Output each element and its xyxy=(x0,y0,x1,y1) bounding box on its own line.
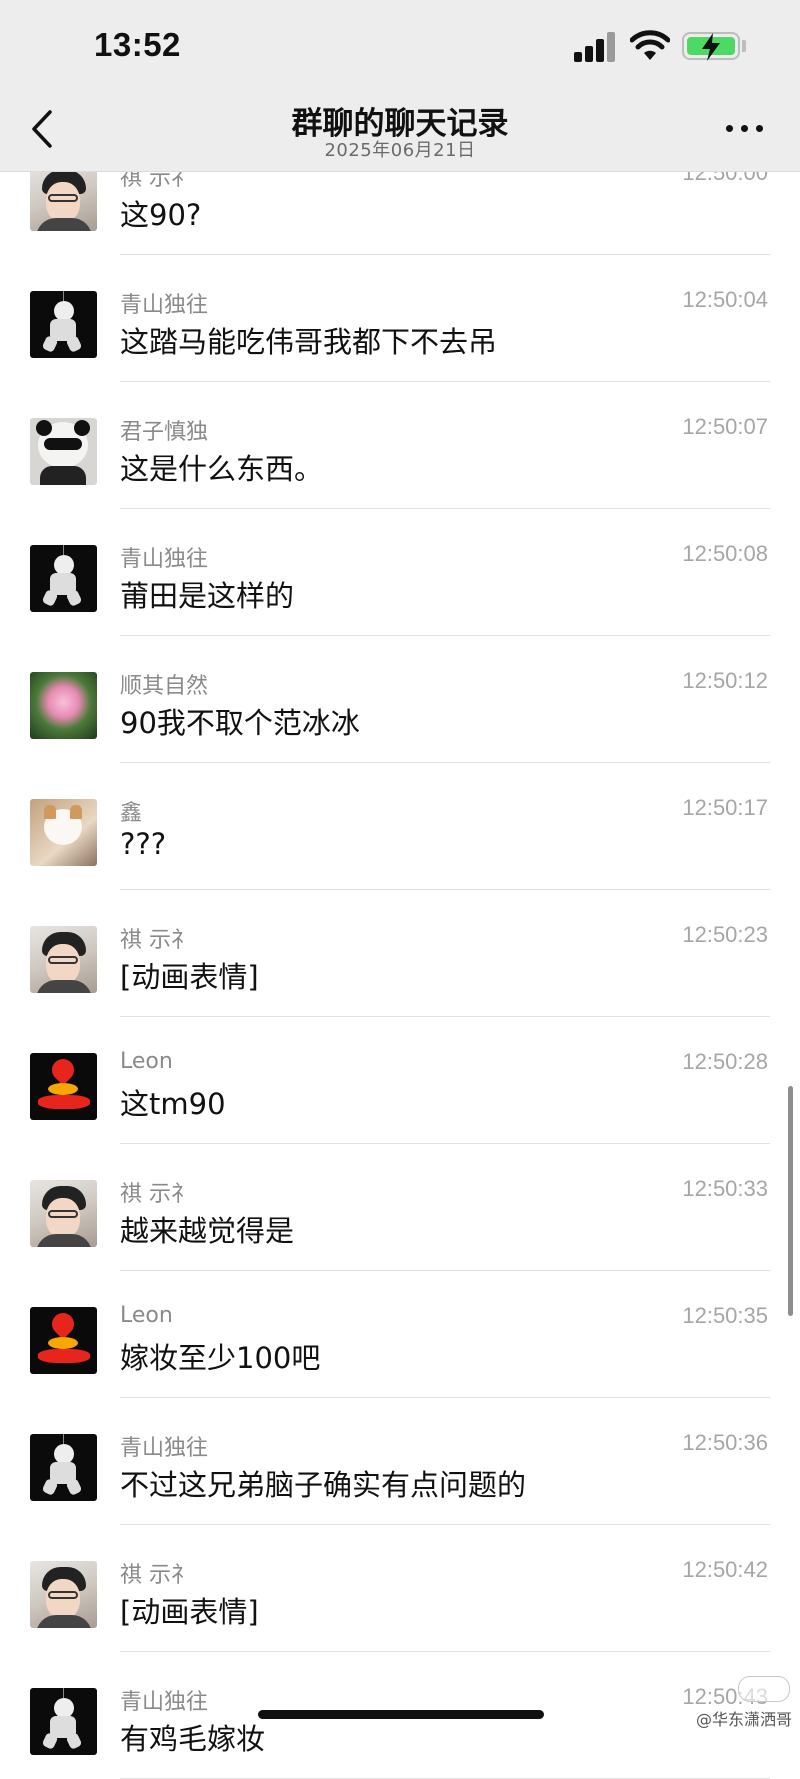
message-text: [动画表情] xyxy=(120,1595,259,1629)
sender-name: Leon xyxy=(120,1049,173,1074)
message-text: 有鸡毛嫁妆 xyxy=(120,1722,266,1756)
message-text: 这踏马能吃伟哥我都下不去吊 xyxy=(120,325,498,359)
message-row[interactable]: 青山独往 12:50:04 这踏马能吃伟哥我都下不去吊 xyxy=(0,255,800,382)
message-row[interactable]: 青山独往 12:50:08 莆田是这样的 xyxy=(0,509,800,636)
avatar[interactable] xyxy=(30,926,97,993)
message-text: [动画表情] xyxy=(120,960,259,994)
message-timestamp: 12:50:23 xyxy=(682,922,768,947)
watermark-badge xyxy=(738,1676,790,1702)
message-row[interactable]: Leon 12:50:28 这tm90 xyxy=(0,1017,800,1144)
message-text: 这90? xyxy=(120,198,202,232)
avatar[interactable] xyxy=(30,1688,97,1755)
sender-name: 祺 示礻 xyxy=(120,1182,193,1207)
avatar[interactable] xyxy=(30,164,97,231)
avatar[interactable] xyxy=(30,1053,97,1120)
sender-name: 青山独往 xyxy=(120,1690,209,1715)
sender-name: 祺 示礻 xyxy=(120,1563,193,1588)
sender-name: 青山独往 xyxy=(120,547,209,572)
message-timestamp: 12:50:17 xyxy=(682,795,768,820)
scrollbar[interactable] xyxy=(788,1086,793,1316)
sender-name: 青山独往 xyxy=(120,1436,209,1461)
message-text: 越来越觉得是 xyxy=(120,1214,295,1248)
message-row[interactable]: 鑫 12:50:17??? xyxy=(0,763,800,890)
page-subtitle: 2025年06月21日 xyxy=(324,140,476,161)
message-timestamp: 12:50:42 xyxy=(682,1557,768,1582)
message-timestamp: 12:50:12 xyxy=(682,668,768,693)
message-text: 这是什么东西。 xyxy=(120,452,324,486)
message-row[interactable]: 祺 示礻 12:50:23 [动画表情] xyxy=(0,890,800,1017)
message-text: ??? xyxy=(120,827,167,861)
message-text: 这tm90 xyxy=(120,1087,226,1121)
message-timestamp: 12:50:35 xyxy=(682,1303,768,1328)
home-indicator xyxy=(258,1710,544,1719)
avatar[interactable] xyxy=(30,418,97,485)
status-time: 13:52 xyxy=(94,26,181,63)
battery-nub xyxy=(742,40,746,52)
message-row[interactable]: Leon 12:50:35 嫁妆至少100吧 xyxy=(0,1271,800,1398)
cellular-signal-icon xyxy=(574,30,616,62)
message-row[interactable]: 青山独往 12:50:36 不过这兄弟脑子确实有点问题的 xyxy=(0,1398,800,1525)
more-dots-icon[interactable] xyxy=(726,118,766,138)
sender-name: 青山独往 xyxy=(120,293,209,318)
message-timestamp: 12:50:36 xyxy=(682,1430,768,1455)
message-text: 莆田是这样的 xyxy=(120,579,295,613)
sender-name: 君子慎独 xyxy=(120,420,209,445)
sender-name: 祺 示礻 xyxy=(120,928,193,953)
battery-charging-icon xyxy=(682,32,740,61)
avatar[interactable] xyxy=(30,672,97,739)
sender-name: Leon xyxy=(120,1303,173,1328)
avatar[interactable] xyxy=(30,799,97,866)
avatar[interactable] xyxy=(30,1434,97,1501)
avatar[interactable] xyxy=(30,545,97,612)
message-timestamp: 12:50:07 xyxy=(682,414,768,439)
avatar[interactable] xyxy=(30,1561,97,1628)
message-text: 嫁妆至少100吧 xyxy=(120,1341,321,1375)
message-timestamp: 12:50:04 xyxy=(682,287,768,312)
watermark: @华东潇洒哥 xyxy=(695,1710,792,1729)
avatar[interactable] xyxy=(30,1307,97,1374)
message-row[interactable]: 君子慎独 12:50:07 这是什么东西。 xyxy=(0,382,800,509)
avatar[interactable] xyxy=(30,1180,97,1247)
nav-header: 13:52 群聊的聊天记录 2025年06月21日 xyxy=(0,0,800,172)
message-timestamp: 12:50:08 xyxy=(682,541,768,566)
message-text: 不过这兄弟脑子确实有点问题的 xyxy=(120,1468,527,1502)
message-row[interactable]: 祺 示礻 12:50:33 越来越觉得是 xyxy=(0,1144,800,1271)
avatar[interactable] xyxy=(30,291,97,358)
message-row[interactable]: 顺其自然 12:50:12 90我不取个范冰冰 xyxy=(0,636,800,763)
sender-name: 顺其自然 xyxy=(120,674,209,699)
message-row[interactable]: 祺 示礻 12:50:42 [动画表情] xyxy=(0,1525,800,1652)
message-timestamp: 12:50:33 xyxy=(682,1176,768,1201)
message-text: 90我不取个范冰冰 xyxy=(120,706,360,740)
wifi-icon xyxy=(630,30,670,60)
message-timestamp: 12:50:28 xyxy=(682,1049,768,1074)
sender-name: 鑫 xyxy=(120,801,143,826)
